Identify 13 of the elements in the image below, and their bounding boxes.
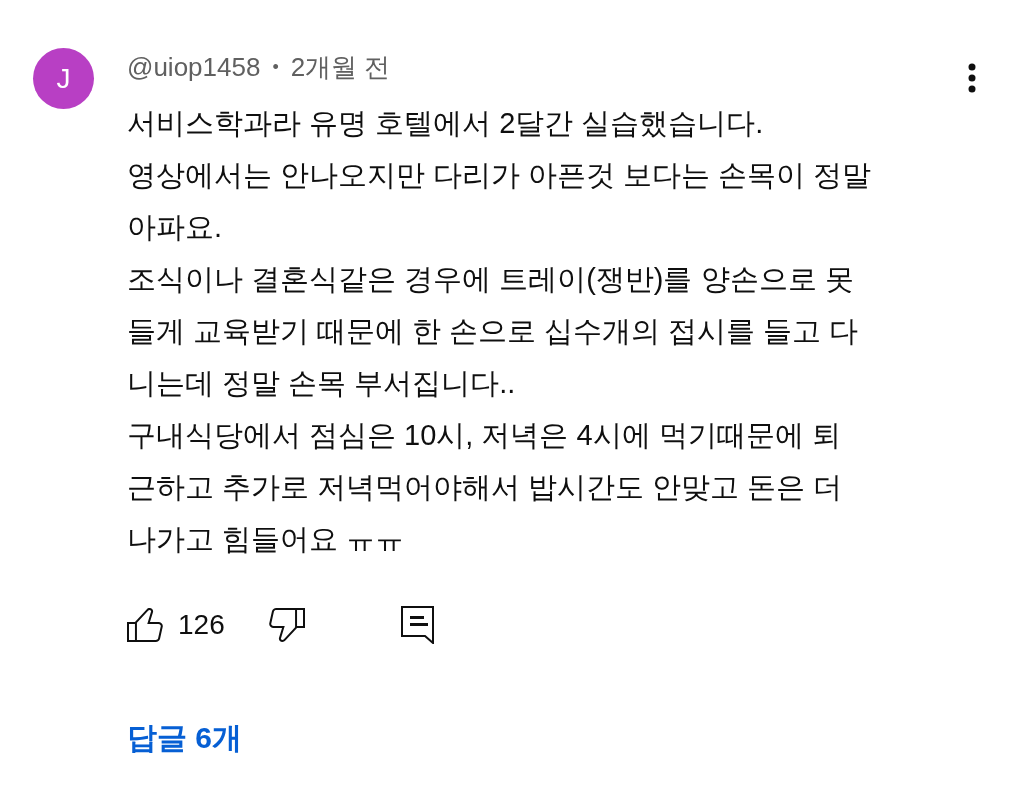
- speech-bubble-icon: [400, 606, 434, 644]
- thumbs-up-icon: [127, 607, 163, 643]
- avatar[interactable]: J: [33, 48, 94, 109]
- more-vertical-icon: [968, 63, 976, 93]
- replies-link[interactable]: 답글 6개: [127, 718, 243, 758]
- thumbs-down-icon: [268, 607, 305, 643]
- author-handle[interactable]: @uiop1458: [127, 51, 261, 83]
- comment-time: 2개월 전: [290, 50, 391, 84]
- separator-dot: •: [272, 56, 279, 78]
- comment-text: 서비스학과라 유명 호텔에서 2달간 실습했습니다. 영상에서는 안나오지만 다리가 아픈것 보다는 손목이 정말 아파요. 조식이나 결혼식같은 경우에 트레이(쟁반)를 양손으로 못 들게 교육받기 때문에 한 손으로 십수개의 접시를 들고 다 니는데 정말 손목 부서집니다.. 구내식당에서 점심은 10시, 저녁은 4시에 먹기때문에 퇴 근하고 추가로 저녁먹어야해서 밥시간도 안맞고 돈은 더 나가고 힘들어요 ㅠㅠ: [127, 106, 872, 557]
- reply-button[interactable]: [400, 606, 434, 644]
- dislike-button[interactable]: [268, 607, 305, 643]
- like-button[interactable]: 126: [127, 607, 225, 643]
